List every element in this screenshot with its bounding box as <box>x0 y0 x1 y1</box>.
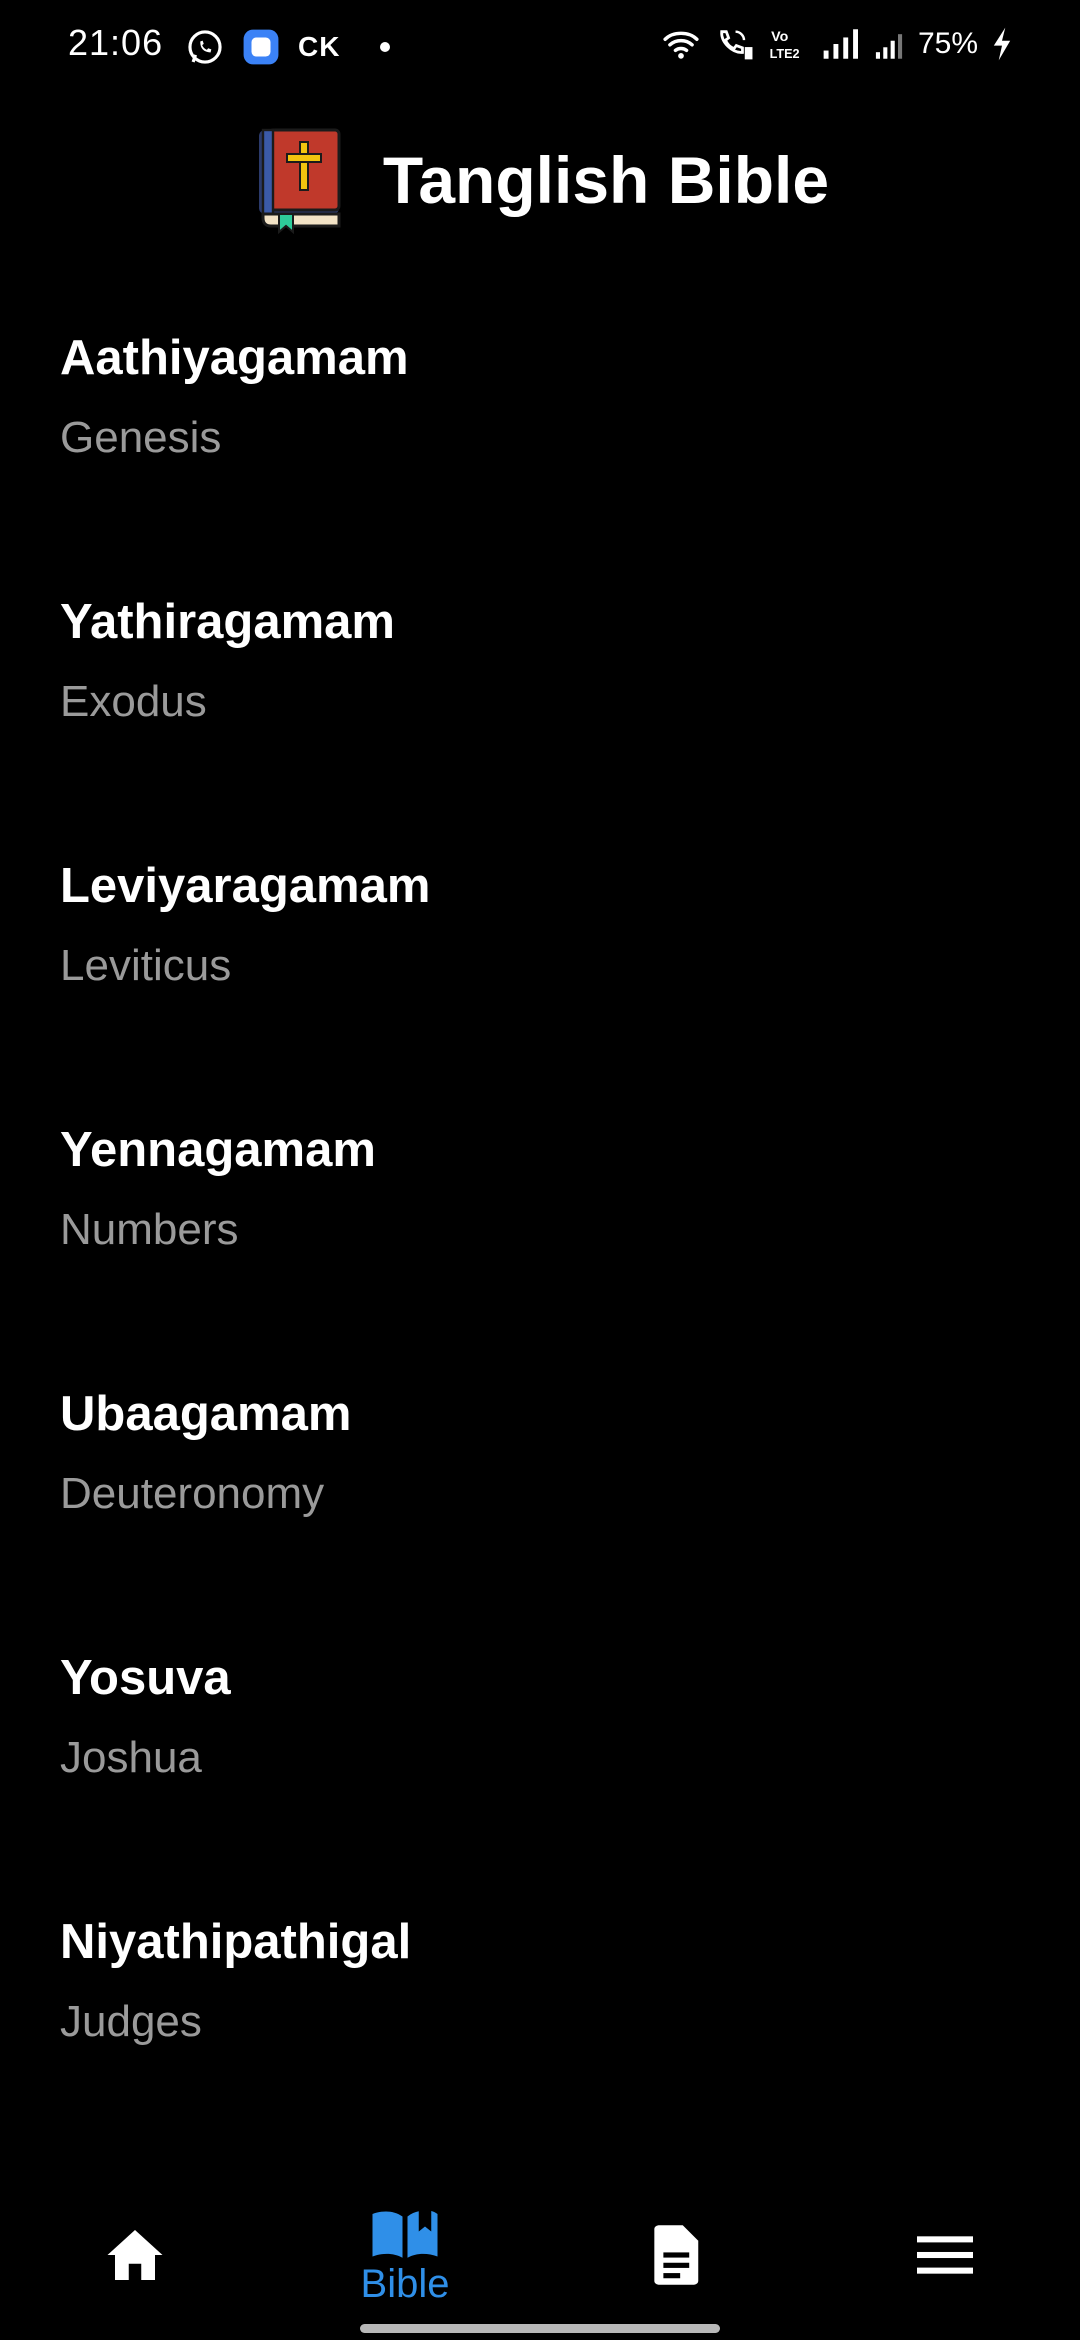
book-tanglish-name: Niyathipathigal <box>60 1915 412 1969</box>
bottom-navigation: Bible <box>0 2190 1080 2320</box>
app-header: Tanglish Bible <box>0 120 1080 240</box>
wifi-calling-icon <box>720 30 753 60</box>
book-english-name: Deuteronomy <box>60 1469 325 1518</box>
app-notification-icon <box>243 29 279 65</box>
bible-book-icon <box>258 128 341 234</box>
gesture-home-indicator[interactable] <box>360 2324 720 2333</box>
open-book-icon <box>372 2210 438 2258</box>
book-list-item[interactable]: Leviyaragamam Leviticus <box>0 828 1080 1092</box>
book-list-item[interactable]: Aathiyagamam Genesis <box>0 300 1080 564</box>
status-notification-icons: CK <box>186 28 391 66</box>
book-english-name: Genesis <box>60 413 222 462</box>
book-list-item[interactable]: Yosuva Joshua <box>0 1620 1080 1884</box>
nav-bible-label: Bible <box>360 2261 450 2306</box>
status-time: 21:06 <box>68 22 164 63</box>
book-english-name: Judges <box>60 1997 202 2046</box>
book-list-item[interactable]: Yathiragamam Exodus <box>0 564 1080 828</box>
home-icon <box>107 2230 163 2280</box>
nav-notes[interactable] <box>540 2190 810 2320</box>
book-list[interactable]: Aathiyagamam Genesis Yathiragamam Exodus… <box>0 300 1080 2180</box>
battery-percentage: 75% <box>917 27 978 60</box>
whatsapp-icon <box>188 30 222 64</box>
carrier-label: CK <box>298 31 341 62</box>
book-english-name: Exodus <box>60 677 207 726</box>
book-english-name: Numbers <box>60 1205 239 1254</box>
nav-bible[interactable]: Bible <box>270 2190 540 2320</box>
nav-menu[interactable] <box>810 2190 1080 2320</box>
charging-icon <box>993 27 1011 61</box>
status-system-icons: Vo LTE2 75% <box>662 26 1012 62</box>
book-english-name: Leviticus <box>60 941 232 990</box>
book-tanglish-name: Yathiragamam <box>60 595 395 649</box>
book-tanglish-name: Yennagamam <box>60 1123 376 1177</box>
app-title: Tanglish Bible <box>382 143 830 217</box>
book-tanglish-name: Leviyaragamam <box>60 859 431 913</box>
svg-text:LTE2: LTE2 <box>770 47 800 61</box>
book-tanglish-name: Ubaagamam <box>60 1387 352 1441</box>
svg-text:Vo: Vo <box>771 29 788 45</box>
book-tanglish-name: Aathiyagamam <box>60 331 409 385</box>
menu-icon <box>917 2236 973 2274</box>
book-list-item[interactable]: Niyathipathigal Judges <box>0 1884 1080 2148</box>
document-icon <box>654 2225 699 2285</box>
notification-dot-icon <box>380 42 391 52</box>
signal-weak-icon <box>875 34 903 59</box>
book-list-item[interactable]: Yennagamam Numbers <box>0 1092 1080 1356</box>
book-list-item[interactable]: Ubaagamam Deuteronomy <box>0 1356 1080 1620</box>
volte-icon: Vo LTE2 <box>770 29 800 61</box>
nav-home[interactable] <box>0 2190 270 2320</box>
book-english-name: Joshua <box>60 1733 202 1782</box>
status-bar: 21:06 CK Vo LTE2 75% <box>0 0 1080 96</box>
book-tanglish-name: Yosuva <box>60 1651 231 1705</box>
signal-icon <box>823 29 858 59</box>
wifi-icon <box>663 31 699 59</box>
